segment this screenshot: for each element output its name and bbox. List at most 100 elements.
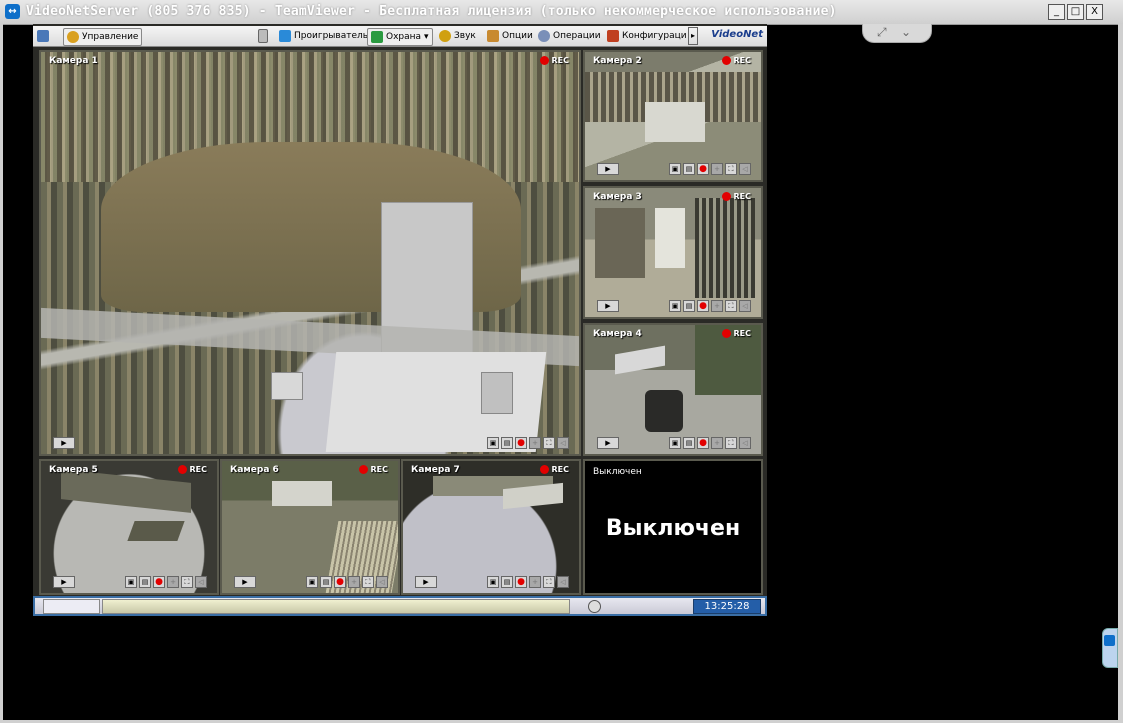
- record-icon[interactable]: ●: [515, 576, 527, 588]
- sound-button-label: Звук: [454, 31, 476, 41]
- snapshot-icon[interactable]: ▣: [487, 437, 499, 449]
- timeline-slider-handle[interactable]: [588, 600, 601, 613]
- camera-controls: ▣ ▤ ● + ⛶ ◁: [306, 576, 388, 588]
- record-icon[interactable]: ●: [153, 576, 165, 588]
- camera-controls: ▣ ▤ ● + ⛶ ◁: [487, 576, 569, 588]
- camera-controls: ▣ ▤ ● + ⛶ ◁: [669, 300, 751, 312]
- disabled-label-small: Выключен: [593, 467, 642, 477]
- scroll-right-button[interactable]: ▸: [688, 27, 699, 45]
- archive-icon[interactable]: ▤: [683, 437, 695, 449]
- play-button[interactable]: ▶: [597, 437, 619, 449]
- config-button[interactable]: Конфигураци: [607, 28, 687, 44]
- camera-7-image: [403, 461, 579, 593]
- snapshot-icon[interactable]: ▣: [669, 437, 681, 449]
- security-dropdown[interactable]: Охрана ▾: [367, 28, 433, 46]
- ptz-icon[interactable]: +: [711, 300, 723, 312]
- record-icon[interactable]: ●: [697, 300, 709, 312]
- snapshot-icon[interactable]: ▣: [669, 163, 681, 175]
- play-button[interactable]: ▶: [234, 576, 256, 588]
- play-button[interactable]: ▶: [53, 576, 75, 588]
- ptz-icon[interactable]: +: [529, 437, 541, 449]
- status-field: [43, 599, 100, 614]
- archive-icon[interactable]: ▤: [501, 437, 513, 449]
- fullscreen-icon[interactable]: ⛶: [181, 576, 193, 588]
- play-button[interactable]: ▶: [597, 163, 619, 175]
- play-button[interactable]: ▶: [53, 437, 75, 449]
- snapshot-icon[interactable]: ▣: [125, 576, 137, 588]
- play-button[interactable]: ▶: [597, 300, 619, 312]
- close-button[interactable]: X: [1086, 4, 1103, 20]
- chevron-down-icon[interactable]: ⌄: [901, 25, 911, 39]
- fullscreen-icon[interactable]: ⛶: [725, 300, 737, 312]
- rec-dot-icon: [358, 465, 368, 474]
- camera-4-view[interactable]: Камера 4 REC ▶ ▣ ▤ ● + ⛶ ◁: [583, 323, 763, 456]
- camera-5-view[interactable]: Камера 5 REC ▶ ▣ ▤ ● + ⛶ ◁: [39, 459, 219, 595]
- fullscreen-icon[interactable]: ⛶: [543, 576, 555, 588]
- options-button[interactable]: Опции: [487, 28, 533, 44]
- camera-2-view[interactable]: Камера 2 REC ▶ ▣ ▤ ● + ⛶ ◁: [583, 50, 763, 182]
- maximize-button[interactable]: □: [1067, 4, 1084, 20]
- snapshot-icon[interactable]: ▣: [487, 576, 499, 588]
- archive-icon[interactable]: ▤: [501, 576, 513, 588]
- ptz-icon[interactable]: +: [167, 576, 179, 588]
- fullscreen-icon[interactable]: ⛶: [362, 576, 374, 588]
- record-icon[interactable]: ●: [515, 437, 527, 449]
- ptz-icon[interactable]: +: [711, 437, 723, 449]
- archive-icon[interactable]: ▤: [683, 300, 695, 312]
- speaker-icon: [439, 30, 451, 42]
- camera-controls: ▣ ▤ ● + ⛶ ◁: [669, 437, 751, 449]
- sound-off-icon[interactable]: ◁: [376, 576, 388, 588]
- sound-off-icon[interactable]: ◁: [739, 300, 751, 312]
- ptz-icon[interactable]: +: [348, 576, 360, 588]
- rec-dot-icon: [721, 192, 731, 201]
- ptz-icon[interactable]: +: [711, 163, 723, 175]
- operations-button[interactable]: Операции: [538, 28, 601, 44]
- rec-indicator: REC: [539, 465, 569, 474]
- camera-1-view[interactable]: Камера 1 REC ▶ ▣ ▤ ● + ⛶ ◁: [39, 50, 581, 456]
- timeline-track[interactable]: [102, 599, 570, 614]
- player-button[interactable]: Проигрыватель: [279, 28, 368, 44]
- player-icon: [279, 30, 291, 42]
- sound-off-icon[interactable]: ◁: [195, 576, 207, 588]
- sound-off-icon[interactable]: ◁: [557, 437, 569, 449]
- fullscreen-icon[interactable]: ⤢: [877, 25, 887, 40]
- camera-label: Камера 5: [49, 465, 98, 475]
- lock-icon[interactable]: [258, 28, 268, 44]
- record-icon[interactable]: ●: [697, 163, 709, 175]
- archive-icon[interactable]: ▤: [139, 576, 151, 588]
- snapshot-icon[interactable]: ▣: [306, 576, 318, 588]
- chevron-down-icon: ▾: [424, 32, 429, 42]
- camera-7-view[interactable]: Камера 7 REC ▶ ▣ ▤ ● + ⛶ ◁: [401, 459, 581, 595]
- sound-off-icon[interactable]: ◁: [739, 163, 751, 175]
- minimize-button[interactable]: _: [1048, 4, 1065, 20]
- camera-3-view[interactable]: Камера 3 REC ▶ ▣ ▤ ● + ⛶ ◁: [583, 186, 763, 319]
- monitor-icon[interactable]: [37, 28, 49, 44]
- camera-6-view[interactable]: Камера 6 REC ▶ ▣ ▤ ● + ⛶ ◁: [220, 459, 400, 595]
- record-icon[interactable]: ●: [697, 437, 709, 449]
- archive-icon[interactable]: ▤: [683, 163, 695, 175]
- teamviewer-panel-tab[interactable]: ⤢ ⌄: [862, 24, 932, 43]
- rec-indicator: REC: [721, 329, 751, 338]
- ptz-icon[interactable]: +: [529, 576, 541, 588]
- options-button-label: Опции: [502, 31, 533, 41]
- control-button-label: Управление: [82, 32, 139, 42]
- record-icon[interactable]: ●: [334, 576, 346, 588]
- fullscreen-icon[interactable]: ⛶: [543, 437, 555, 449]
- camera-label: Камера 2: [593, 56, 642, 66]
- teamviewer-side-tab[interactable]: [1102, 628, 1118, 668]
- videonet-logo: VideoNet: [711, 29, 763, 40]
- fullscreen-icon[interactable]: ⛶: [725, 437, 737, 449]
- window-controls: _ □ X: [1048, 4, 1103, 20]
- camera-6-image: [222, 461, 398, 593]
- fullscreen-icon[interactable]: ⛶: [725, 163, 737, 175]
- camera-label: Камера 4: [593, 329, 642, 339]
- camera-label: Камера 7: [411, 465, 460, 475]
- sound-button[interactable]: Звук: [439, 28, 476, 44]
- sound-off-icon[interactable]: ◁: [557, 576, 569, 588]
- play-button[interactable]: ▶: [415, 576, 437, 588]
- camera-disabled-view[interactable]: Выключен Выключен: [583, 459, 763, 595]
- snapshot-icon[interactable]: ▣: [669, 300, 681, 312]
- archive-icon[interactable]: ▤: [320, 576, 332, 588]
- control-button[interactable]: Управление: [63, 28, 143, 46]
- sound-off-icon[interactable]: ◁: [739, 437, 751, 449]
